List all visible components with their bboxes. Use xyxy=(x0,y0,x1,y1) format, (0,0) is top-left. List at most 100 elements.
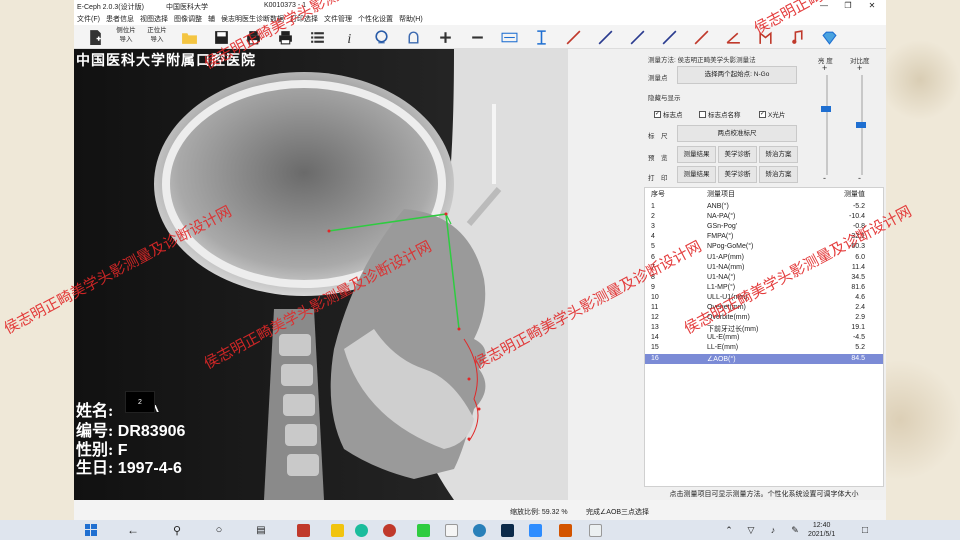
contrast-slider[interactable]: + - xyxy=(852,63,872,183)
list-button[interactable] xyxy=(306,27,328,47)
contrast-decrease-icon[interactable]: - xyxy=(858,173,861,183)
menu-personalize[interactable]: 个性化设置 xyxy=(355,13,396,25)
row-value: 32.1 xyxy=(851,233,865,241)
search-button[interactable]: ⚲ xyxy=(168,522,186,538)
pen-button[interactable]: ✎ xyxy=(786,522,804,538)
table-row[interactable]: 9 L1-MP(°) 81.6 xyxy=(645,283,883,293)
open-folder-button[interactable] xyxy=(178,27,200,47)
line-tool-2-button[interactable] xyxy=(594,27,616,47)
print-preview-button[interactable] xyxy=(274,27,296,47)
volume-button[interactable]: ♪ xyxy=(764,522,782,538)
table-row[interactable]: 16 ∠AOB(°) 84.5 xyxy=(645,353,883,364)
calibrate-ruler-button[interactable]: 两点校准标尺 xyxy=(677,125,797,142)
table-row[interactable]: 13 下前牙过长(mm) 19.1 xyxy=(645,323,883,333)
show-xray-checkbox[interactable]: ✓ X光片 xyxy=(759,109,785,119)
diamond-button[interactable] xyxy=(818,27,840,47)
remove-point-button[interactable] xyxy=(466,27,488,47)
menu-patient-info[interactable]: 患者信息 xyxy=(103,13,137,25)
brightness-track[interactable] xyxy=(826,75,828,175)
taskbar-app-8[interactable] xyxy=(498,522,516,538)
tray-expand-button[interactable]: ⌃ xyxy=(720,522,738,538)
taskbar-app-9[interactable] xyxy=(526,522,544,538)
table-row[interactable]: 1 ANB(°) -5.2 xyxy=(645,202,883,212)
xray-checkbox-box[interactable]: ✓ xyxy=(759,110,766,118)
table-row[interactable]: 4 FMPA(°) 32.1 xyxy=(645,232,883,242)
taskbar-app-10[interactable] xyxy=(556,522,574,538)
taskbar-clock[interactable]: 12:40 2021/5/1 xyxy=(808,521,835,539)
profile-tool-button[interactable] xyxy=(754,27,776,47)
menu-file-manage[interactable]: 文件管理 xyxy=(321,13,355,25)
table-row[interactable]: 15 LL-E(mm) 5.2 xyxy=(645,343,883,353)
preview-aesthetic-button[interactable]: 美学诊断 xyxy=(718,146,757,163)
line-tool-4-button[interactable] xyxy=(658,27,680,47)
info-button[interactable]: i xyxy=(338,27,360,47)
menu-aux[interactable]: 辅 xyxy=(205,13,218,25)
menu-view[interactable]: 视图选择 xyxy=(137,13,171,25)
face-profile-button[interactable] xyxy=(370,27,392,47)
taskbar-app-4[interactable] xyxy=(380,522,398,538)
taskbar-app-1[interactable] xyxy=(294,522,312,538)
import-frontal-button[interactable]: 正位片 导入 xyxy=(141,26,173,44)
vertical-measure-button[interactable] xyxy=(530,27,552,47)
line-tool-3-button[interactable] xyxy=(626,27,648,47)
landmarks-checkbox-box[interactable]: ✓ xyxy=(654,110,661,118)
print-aesthetic-button[interactable]: 美学诊断 xyxy=(718,166,757,183)
select-start-points-button[interactable]: 选择两个起始点: N-Go xyxy=(677,66,797,84)
taskbar-app-11[interactable] xyxy=(586,522,604,538)
print-button[interactable] xyxy=(242,27,264,47)
table-row[interactable]: 10 ULL-U1(mm) 4.6 xyxy=(645,293,883,303)
cortana-button[interactable]: ○ xyxy=(210,522,228,538)
brightness-slider[interactable]: + - xyxy=(817,63,837,183)
brightness-decrease-icon[interactable]: - xyxy=(823,173,826,183)
notifications-button[interactable]: □ xyxy=(856,522,874,538)
save-button[interactable] xyxy=(210,27,232,47)
table-row[interactable]: 8 U1-NA(°) 34.5 xyxy=(645,273,883,283)
print-plan-button[interactable]: 矫治方案 xyxy=(759,166,798,183)
close-button[interactable]: ✕ xyxy=(860,0,884,13)
xray-canvas[interactable]: 中国医科大学附属口腔医院 姓名: ^ 2 编号: DR83906 性别: F 生… xyxy=(74,49,568,500)
add-point-button[interactable] xyxy=(434,27,456,47)
start-button[interactable] xyxy=(82,522,100,538)
network-button[interactable]: ▽ xyxy=(742,522,760,538)
table-row[interactable]: 7 U1-NA(mm) 11.4 xyxy=(645,263,883,273)
taskbar-app-5[interactable] xyxy=(414,522,432,538)
table-row[interactable]: 5 NPog-GoMe(°) -60.3 xyxy=(645,242,883,252)
table-row[interactable]: 6 U1-AP(mm) 6.0 xyxy=(645,253,883,263)
preview-results-button[interactable]: 测量结果 xyxy=(677,146,716,163)
contrast-thumb[interactable] xyxy=(856,122,866,128)
table-row[interactable]: 11 Overjet(mm) 2.4 xyxy=(645,303,883,313)
taskbar-app-3[interactable] xyxy=(352,522,370,538)
print-results-button[interactable]: 测量结果 xyxy=(677,166,716,183)
menu-image-adjust[interactable]: 图像调整 xyxy=(171,13,205,25)
preview-plan-button[interactable]: 矫治方案 xyxy=(759,146,798,163)
show-landmark-names-checkbox[interactable]: 标志点名称 xyxy=(699,109,741,119)
taskbar-app-7[interactable] xyxy=(470,522,488,538)
table-row[interactable]: 2 NA-PA(°) -10.4 xyxy=(645,212,883,222)
line-tool-5-button[interactable] xyxy=(690,27,712,47)
taskbar-app-6[interactable] xyxy=(442,522,460,538)
task-view-button[interactable]: ▤ xyxy=(252,522,270,538)
brightness-thumb[interactable] xyxy=(821,106,831,113)
menu-diagnosis-data[interactable]: 侯志明医生诊断数据 xyxy=(218,13,287,25)
new-file-button[interactable] xyxy=(84,27,106,47)
brightness-increase-icon[interactable]: + xyxy=(822,63,827,73)
back-button[interactable]: ← xyxy=(124,522,142,538)
angle-tool-button[interactable] xyxy=(722,27,744,47)
import-lateral-button[interactable]: 侧位片 导入 xyxy=(110,26,142,44)
contrast-increase-icon[interactable]: + xyxy=(857,63,862,73)
menu-help[interactable]: 帮助(H) xyxy=(396,13,426,25)
show-landmarks-checkbox[interactable]: ✓ 标志点 xyxy=(654,109,683,119)
table-row[interactable]: 12 Overbite(mm) 2.9 xyxy=(645,313,883,323)
music-button[interactable] xyxy=(786,27,808,47)
table-row[interactable]: 3 GSn-Pog' -0.8 xyxy=(645,222,883,232)
skull-button[interactable] xyxy=(402,27,424,47)
taskbar-app-2[interactable] xyxy=(328,522,346,538)
horizontal-measure-button[interactable] xyxy=(498,27,520,47)
menu-file[interactable]: 文件(F) xyxy=(74,13,103,25)
landmark-names-checkbox-box[interactable] xyxy=(699,110,706,118)
restore-button[interactable]: ❐ xyxy=(836,0,860,13)
minimize-button[interactable]: — xyxy=(812,0,836,13)
line-tool-1-button[interactable] xyxy=(562,27,584,47)
table-row[interactable]: 14 UL-E(mm) -4.5 xyxy=(645,333,883,343)
menu-print[interactable]: 打印选择 xyxy=(287,13,321,25)
